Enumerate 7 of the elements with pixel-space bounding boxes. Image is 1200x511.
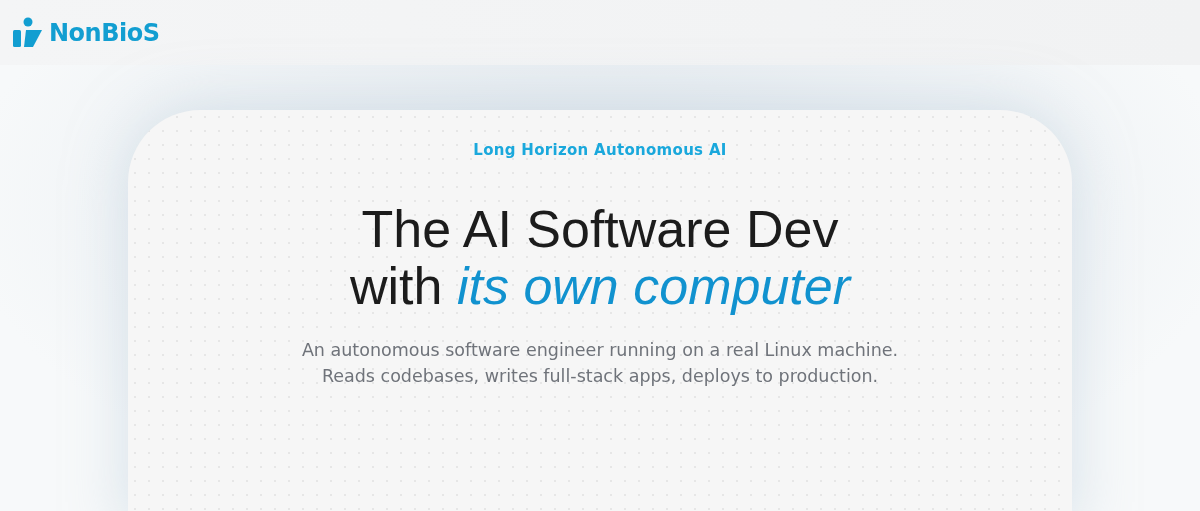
headline: The AI Software Dev — [360, 201, 840, 258]
headline: with its own computer — [350, 258, 850, 315]
subtitle: An autonomous software engineer running on a real Linux machine. — [301, 339, 899, 362]
logo-text: NonBioS — [49, 18, 160, 47]
subtitle: Reads codebases, writes full-stack apps, deploys to production. — [321, 365, 879, 388]
eyebrow-text: Long Horizon Autonomous AI — [473, 141, 727, 159]
logo-icon — [12, 16, 44, 49]
